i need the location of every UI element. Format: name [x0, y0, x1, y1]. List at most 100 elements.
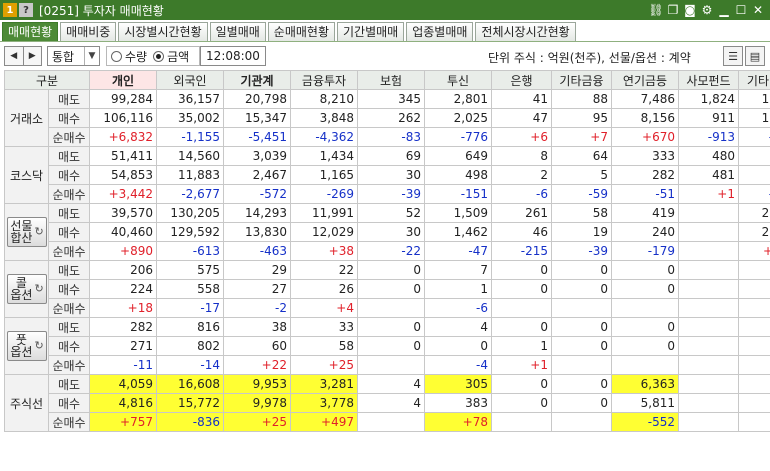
value-cell: -234: [738, 127, 770, 147]
tab-3[interactable]: 일별매매: [209, 22, 266, 41]
column-header-9[interactable]: 기타금융: [551, 70, 612, 90]
column-header-11[interactable]: 사모펀드: [678, 70, 739, 90]
value-cell: 0: [424, 336, 492, 356]
row-type-label: 순매수: [48, 298, 90, 318]
value-cell: 575: [156, 260, 224, 280]
market-toggle-button[interactable]: 선물 합산 ↻: [7, 217, 47, 247]
value-cell: 840: [738, 146, 770, 166]
radio-amount[interactable]: 금액: [153, 48, 189, 65]
value-cell: -552: [611, 412, 679, 432]
time-input[interactable]: 12:08:00: [200, 46, 266, 66]
value-cell: -39: [551, 241, 612, 261]
market-toggle-button[interactable]: 콜 옵션 ↻: [7, 274, 47, 304]
radio-amount-label: 금액: [167, 49, 190, 64]
value-cell: [357, 298, 425, 318]
value-cell: 4: [424, 317, 492, 337]
row-type-label: 매도: [48, 374, 90, 394]
row-type-label: 순매수: [48, 355, 90, 375]
tab-0[interactable]: 매매현황: [2, 22, 59, 41]
tab-6[interactable]: 업종별매매: [406, 22, 474, 41]
value-cell: [551, 298, 612, 318]
value-cell: [678, 203, 739, 223]
value-cell: 60: [223, 336, 291, 356]
row-type-label: 순매수: [48, 412, 90, 432]
table-row: 순매수-11-14+22+25 -4+1 +2: [5, 355, 770, 375]
value-cell: 4: [357, 393, 425, 413]
value-cell: 30: [357, 222, 425, 242]
value-cell: 19: [551, 222, 612, 242]
column-header-2[interactable]: 개인: [89, 70, 157, 90]
value-cell: 333: [611, 146, 679, 166]
tab-5[interactable]: 기간별매매: [337, 22, 405, 41]
help-icon[interactable]: ?: [19, 3, 33, 17]
tab-4[interactable]: 순매매현황: [267, 22, 335, 41]
value-cell: 15,347: [223, 108, 291, 128]
tab-7[interactable]: 전체시장시간현황: [475, 22, 576, 41]
radio-amount-dot[interactable]: [153, 50, 165, 62]
tab-2[interactable]: 시장별시간현황: [118, 22, 208, 41]
value-cell: 5: [551, 165, 612, 185]
row-type-label: 매수: [48, 165, 90, 185]
row-type-label: 순매수: [48, 184, 90, 204]
value-cell: +7: [551, 127, 612, 147]
value-cell: +4: [290, 298, 358, 318]
camera-icon[interactable]: ◙: [682, 2, 698, 18]
window-number-badge[interactable]: 1: [3, 3, 17, 17]
prev-arrow-icon[interactable]: ◀: [5, 47, 23, 65]
column-header-0[interactable]: 구분: [4, 70, 90, 90]
column-header-4[interactable]: 기관계: [223, 70, 291, 90]
value-cell: 2,658: [738, 203, 770, 223]
column-header-8[interactable]: 은행: [491, 70, 552, 90]
market-toggle-button[interactable]: 풋 옵션 ↻: [7, 331, 47, 361]
list-view-icon[interactable]: ☰: [723, 46, 743, 66]
column-header-3[interactable]: 외국인: [156, 70, 224, 90]
copy-icon[interactable]: ❐: [665, 2, 681, 18]
link-icon[interactable]: ⛓: [648, 2, 664, 18]
value-cell: 194: [738, 393, 770, 413]
next-arrow-icon[interactable]: ▶: [22, 47, 41, 65]
radio-quantity-dot[interactable]: [111, 50, 122, 62]
tab-1[interactable]: 매매비중: [60, 22, 117, 41]
minimize-icon[interactable]: ▁: [716, 2, 732, 18]
column-header-10[interactable]: 연기금등: [611, 70, 679, 90]
gear-icon[interactable]: ⚙: [699, 2, 715, 18]
value-cell: [678, 374, 739, 394]
print-icon[interactable]: ▤: [745, 46, 765, 66]
column-header-7[interactable]: 투신: [424, 70, 492, 90]
close-icon[interactable]: ✕: [750, 2, 766, 18]
value-cell: 52: [357, 203, 425, 223]
column-header-6[interactable]: 보험: [357, 70, 425, 90]
value-cell: -6: [491, 184, 552, 204]
value-cell: 645: [738, 165, 770, 185]
value-cell: 139: [738, 374, 770, 394]
value-cell: -14: [156, 355, 224, 375]
column-header-12[interactable]: 기타법인: [738, 70, 770, 90]
value-cell: 481: [678, 165, 739, 185]
title-bar: 1 ? [0251] 투자자 매매현황 ⛓ ❐ ◙ ⚙ ▁ ☐ ✕: [0, 0, 770, 20]
value-cell: 29: [223, 260, 291, 280]
column-header-5[interactable]: 금융투자: [290, 70, 358, 90]
investor-trading-table: 구분개인외국인기관계금융투자보험투신은행기타금융연기금등사모펀드기타법인 거래소…: [4, 70, 770, 432]
table-row: 매수 106,116 35,002 15,347 3,848 262 2,025 47 95 8,…: [5, 108, 770, 128]
value-cell: 383: [424, 393, 492, 413]
value-cell: +3,442: [89, 184, 157, 204]
value-cell: 0: [738, 298, 770, 318]
value-cell: 282: [611, 165, 679, 185]
table-row: 풋옵션↻매도28281638330400013: [4, 317, 770, 375]
row-type-label: 매도: [48, 203, 90, 223]
market-select-value: 통합: [52, 49, 75, 64]
value-cell: +78: [424, 412, 492, 432]
value-cell: -47: [424, 241, 492, 261]
value-cell: 0: [491, 279, 552, 299]
value-cell: 7: [738, 260, 770, 280]
market-select[interactable]: 통합 ▼: [47, 46, 100, 66]
maximize-icon[interactable]: ☐: [733, 2, 749, 18]
chevron-down-icon[interactable]: ▼: [84, 47, 99, 65]
value-cell: 206: [89, 260, 157, 280]
value-cell: -913: [678, 127, 739, 147]
value-cell: 51,411: [89, 146, 157, 166]
value-cell: -215: [491, 241, 552, 261]
value-cell: 0: [491, 374, 552, 394]
radio-quantity[interactable]: 수량: [111, 48, 147, 65]
value-cell: 2,801: [424, 89, 492, 109]
